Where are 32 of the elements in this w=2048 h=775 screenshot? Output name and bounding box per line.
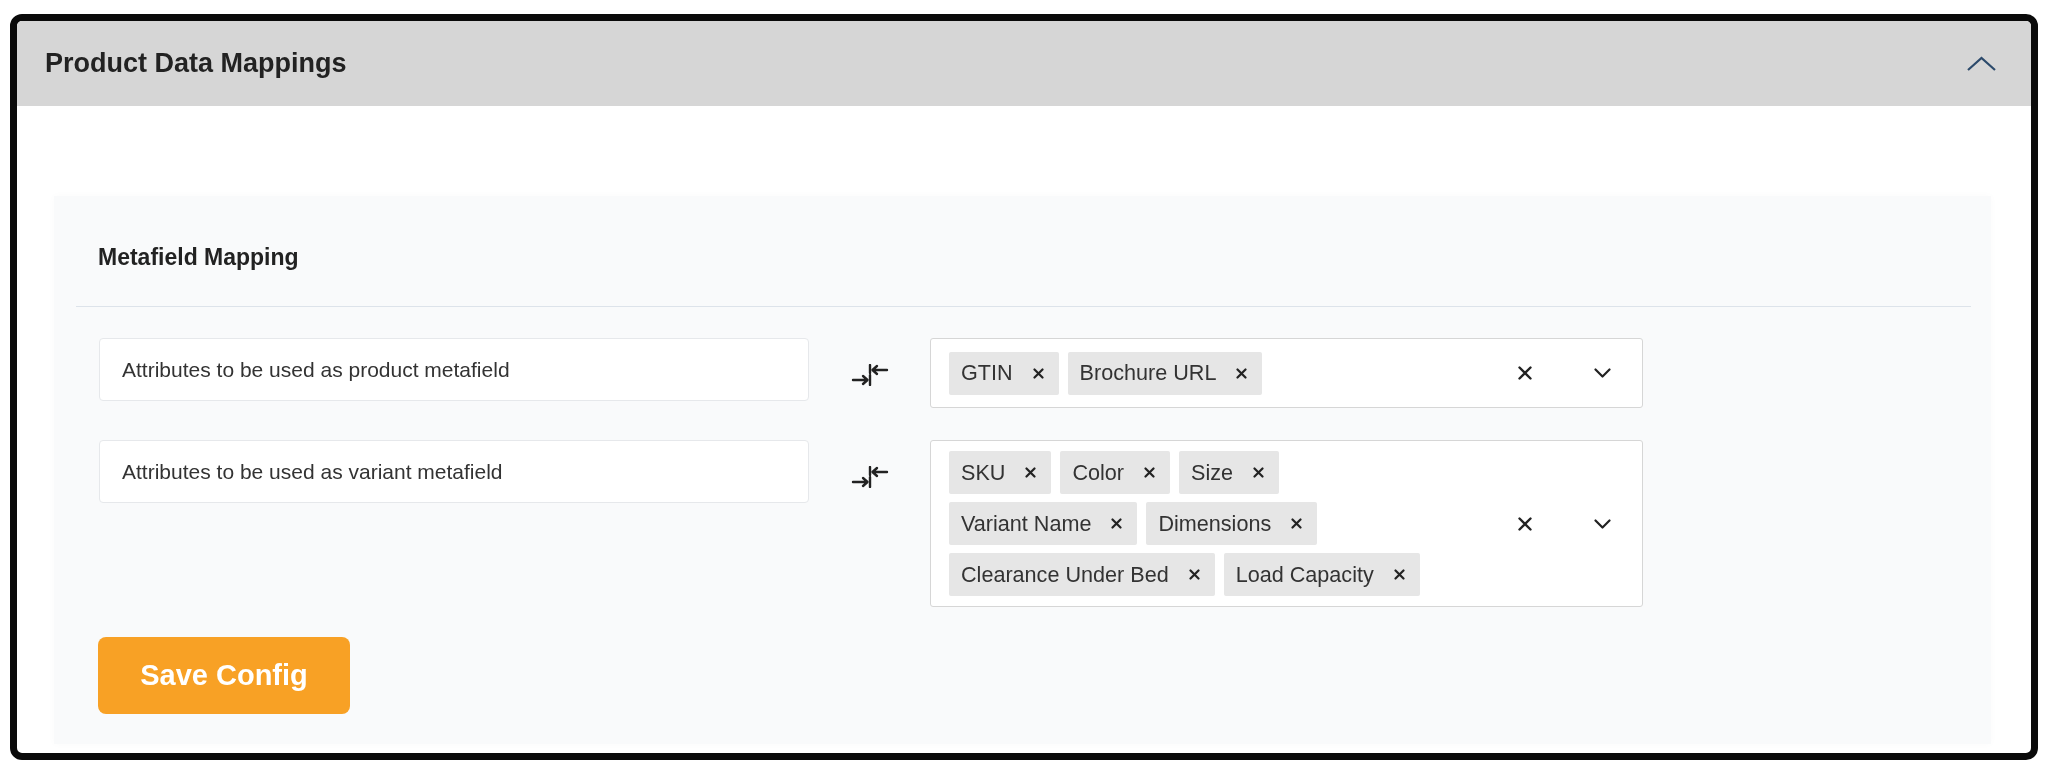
section-title: Metafield Mapping — [98, 244, 299, 272]
tag-label: Dimensions — [1158, 510, 1272, 537]
chevron-down-icon[interactable] — [1594, 368, 1611, 378]
chevron-up-icon[interactable] — [1966, 55, 1997, 72]
remove-icon[interactable] — [1253, 467, 1265, 478]
chevron-down-icon[interactable] — [1594, 518, 1611, 529]
tag-label: Variant Name — [961, 510, 1092, 537]
remove-icon[interactable] — [1188, 569, 1200, 580]
clear-icon[interactable] — [1518, 366, 1532, 380]
label-field: Attributes to be used as product metafield — [99, 338, 809, 401]
remove-icon[interactable] — [1032, 367, 1044, 379]
tag-label: Load Capacity — [1235, 561, 1374, 588]
tag-label: SKU — [961, 459, 1006, 486]
tag-label: Color — [1072, 459, 1124, 486]
tag-label: Clearance Under Bed — [961, 561, 1169, 588]
multi-select[interactable]: GTIN Brochure URL — [930, 338, 1643, 408]
tag-label: Size — [1191, 459, 1234, 486]
clear-icon[interactable] — [1518, 516, 1532, 531]
tag-label: Brochure URL — [1079, 360, 1217, 386]
panel-header[interactable]: Product Data Mappings — [17, 21, 2031, 106]
remove-icon[interactable] — [1393, 569, 1405, 580]
arrows-icon — [850, 364, 889, 386]
panel-title: Product Data Mappings — [45, 48, 347, 79]
remove-icon[interactable] — [1236, 367, 1248, 379]
tag-label: GTIN — [961, 360, 1013, 386]
multi-select[interactable]: SKU Color Size Variant Name Dimensions Clearance Under Bed Load Capacity — [930, 440, 1643, 607]
label-field: Attributes to be used as variant metafield — [99, 440, 809, 503]
remove-icon[interactable] — [1025, 467, 1037, 478]
remove-icon[interactable] — [1144, 467, 1155, 478]
remove-icon[interactable] — [1111, 518, 1123, 529]
arrows-icon — [850, 466, 889, 488]
remove-icon[interactable] — [1291, 518, 1303, 529]
